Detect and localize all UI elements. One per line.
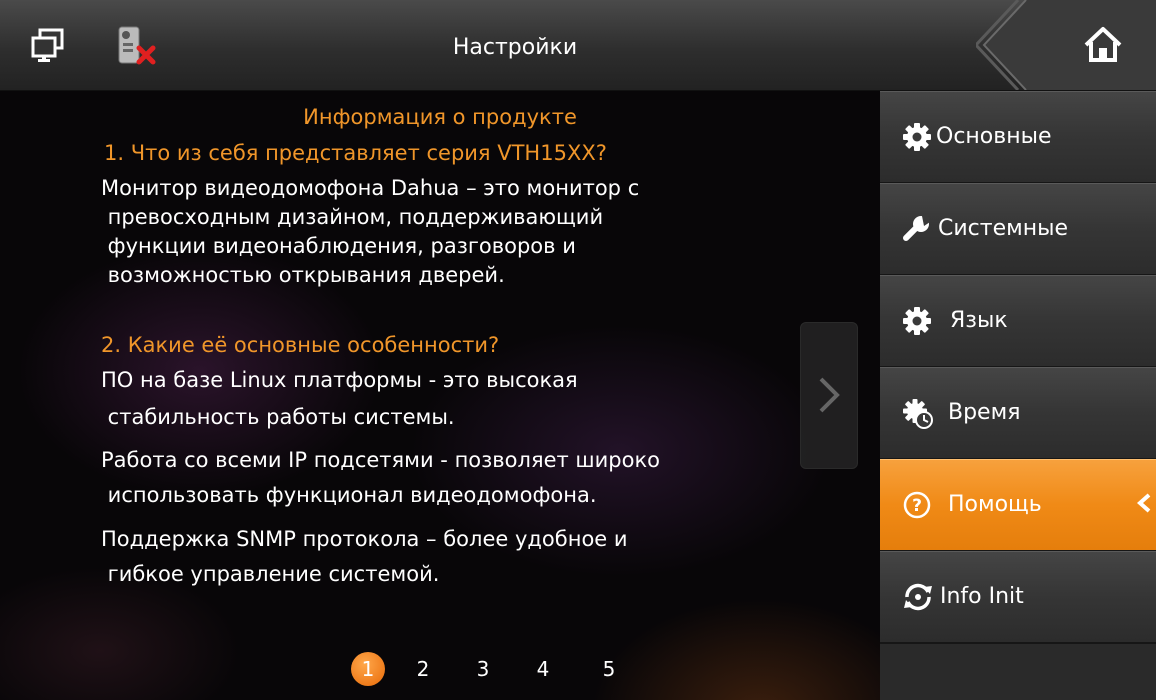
help-content-panel: Информация о продукте 1. Что из себя пре…	[0, 91, 880, 700]
answer-1-line: превосходным дизайном, поддерживающий	[101, 205, 604, 229]
content-heading: Информация о продукте	[303, 105, 577, 129]
top-bar: Настройки	[0, 0, 1156, 92]
answer-2-line: стабильность работы системы.	[101, 405, 455, 429]
page-title: Настройки	[452, 35, 578, 60]
page-indicator[interactable]: 4	[531, 652, 555, 686]
chevron-right-icon	[817, 375, 841, 419]
sidebar-item-label: Помощь	[948, 492, 1042, 517]
sidebar-item-basic[interactable]: Основные	[880, 91, 1156, 184]
answer-2-line: Работа со всеми IP подсетями - позволяет…	[101, 448, 660, 472]
answer-1-line: Монитор видеодомофона Dahua – это монито…	[101, 176, 640, 200]
question-2: 2. Какие её основные особенности?	[101, 333, 500, 357]
sidebar-item-system[interactable]: Системные	[880, 183, 1156, 276]
sidebar-footer	[880, 645, 1156, 700]
answer-1-line: возможностью открывания дверей.	[101, 263, 505, 287]
refresh-icon	[902, 582, 932, 612]
sidebar-item-help[interactable]: ? Помощь	[880, 459, 1156, 552]
sidebar-item-info-init[interactable]: Info Init	[880, 551, 1156, 644]
answer-1-line: функции видеонаблюдения, разговоров и	[101, 234, 576, 258]
gear-icon	[902, 122, 932, 152]
sidebar-item-language[interactable]: Язык	[880, 275, 1156, 368]
answer-2-line: использовать функционал видеодомофона.	[101, 483, 597, 507]
settings-screen: Настройки Информация о продукте 1. Что и…	[0, 0, 1156, 700]
sidebar-item-label: Время	[948, 400, 1021, 425]
answer-2-line: ПО на базе Linux платформы - это высокая	[101, 368, 578, 392]
home-icon	[1082, 24, 1124, 68]
page-indicator[interactable]: 3	[471, 652, 495, 686]
home-button[interactable]	[973, 0, 1156, 92]
gear-clock-icon	[902, 398, 933, 429]
svg-text:?: ?	[912, 496, 922, 516]
sidebar-item-time[interactable]: Время	[880, 367, 1156, 460]
page-indicator[interactable]: 5	[597, 652, 621, 686]
sidebar-item-label: Системные	[938, 216, 1068, 241]
next-page-button[interactable]	[800, 322, 858, 469]
sidebar-item-label: Info Init	[940, 584, 1024, 609]
answer-2-line: гибкое управление системой.	[101, 562, 440, 586]
page-indicator-current[interactable]: 1	[351, 652, 385, 686]
page-indicator[interactable]: 2	[411, 652, 435, 686]
wrench-icon	[902, 214, 932, 244]
question-1: 1. Что из себя представляет серия VTH15X…	[104, 141, 607, 165]
answer-2-line: Поддержка SNMP протокола – более удобное…	[101, 527, 628, 551]
settings-sidebar: Основные Системные Язык Время ? Помощь I…	[880, 91, 1156, 700]
chevron-left-icon	[1136, 492, 1152, 520]
sidebar-item-label: Основные	[936, 124, 1052, 149]
sidebar-item-label: Язык	[950, 308, 1008, 333]
gear-icon	[902, 306, 932, 336]
help-icon: ?	[902, 490, 932, 520]
